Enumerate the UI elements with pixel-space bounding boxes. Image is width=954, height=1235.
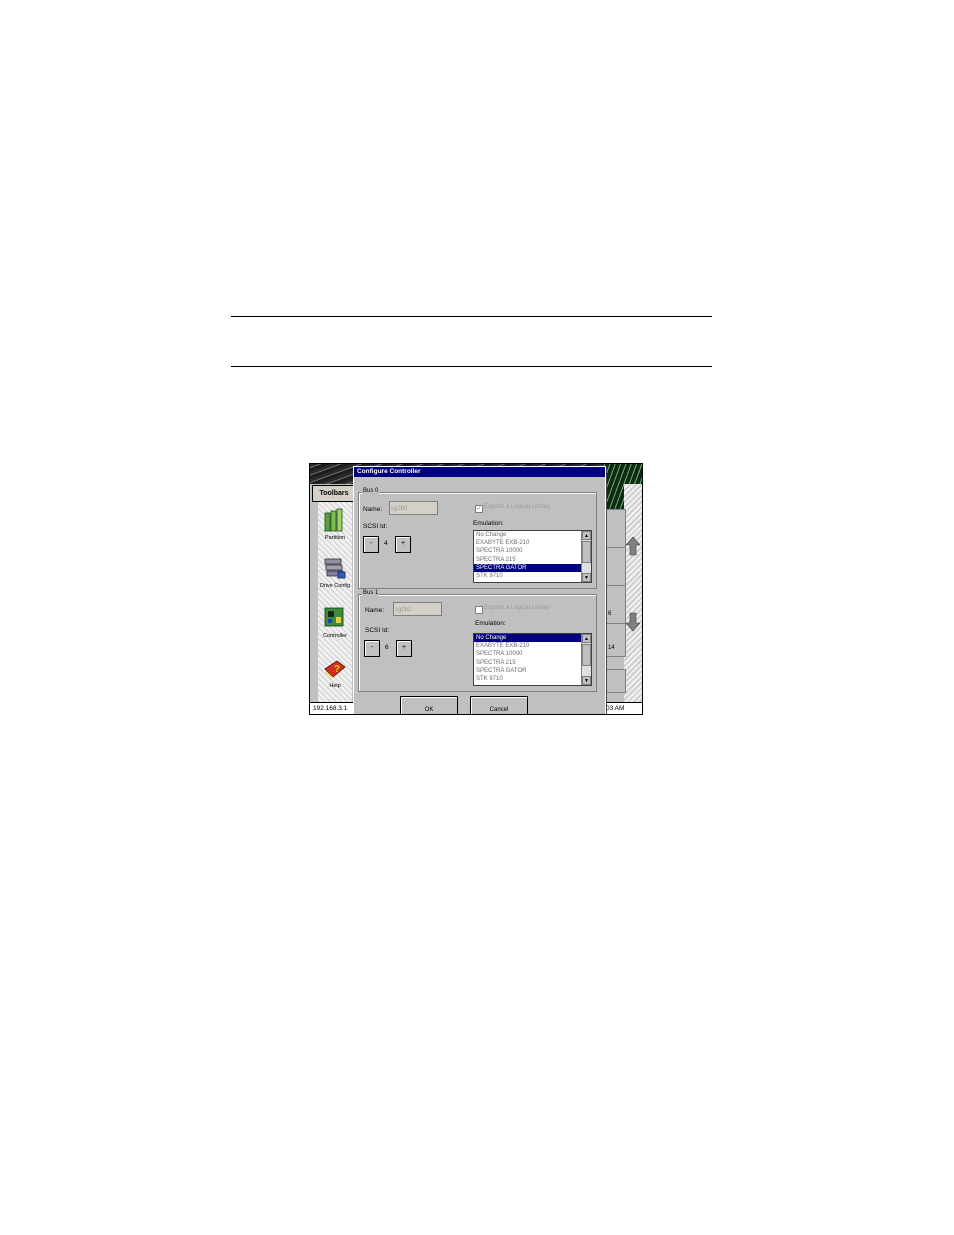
list-item[interactable]: EXABYTE EXB-210 — [474, 539, 591, 547]
scroll-up-icon[interactable]: ▲ — [582, 531, 591, 540]
sidebar-item-drive-config[interactable]: Drive Config — [318, 552, 352, 598]
status-time: 03 AM — [606, 705, 625, 712]
bus0-scsi-label: SCSI Id: — [363, 523, 388, 530]
list-item[interactable]: SPECTRA 10000 — [474, 547, 591, 555]
ok-button[interactable]: OK — [400, 696, 458, 714]
svg-text:?: ? — [334, 664, 340, 675]
scroll-up-icon[interactable]: ▲ — [582, 634, 591, 643]
sidebar-item-label: Drive Config — [319, 583, 351, 589]
drive-config-icon — [324, 558, 346, 579]
bus1-name-field[interactable]: sg2b1 — [393, 602, 442, 616]
bus1-exports-checkbox[interactable] — [475, 606, 483, 614]
list-item[interactable]: SPECTRA 215 — [474, 556, 591, 564]
list-item[interactable]: SPECTRA 10000 — [474, 650, 591, 658]
list-item-selected[interactable]: SPECTRA GATOR — [474, 563, 591, 572]
sidebar-item-partition[interactable]: Partition — [318, 504, 352, 550]
bus1-emulation-label: Emulation: — [475, 620, 506, 627]
screenshot-frame: Toolbars Partition Drive Config Controll… — [309, 463, 643, 715]
partition-books-icon — [324, 508, 343, 532]
scroll-thumb[interactable] — [582, 644, 591, 666]
bus1-exports-label: Exports a Logical Library — [484, 605, 551, 611]
bus0-label: Bus 0 — [362, 488, 380, 494]
bus0-emulation-label: Emulation: — [473, 520, 504, 527]
scroll-down-icon[interactable]: ▼ — [582, 573, 591, 582]
bus0-scsi-minus-button[interactable]: - — [363, 536, 379, 553]
bus1-group: Bus 1 Name: sg2b1 Exports a Logical Libr… — [358, 590, 597, 692]
bus1-scsi-label: SCSI Id: — [365, 627, 390, 634]
sidebar-item-label: Controller — [323, 633, 347, 639]
bus1-name-label: Name: — [365, 607, 385, 614]
bus0-group: Bus 0 Name: sg2b0 ✓ Exports a Logical Li… — [358, 488, 597, 589]
top-rule — [231, 316, 712, 317]
sidebar: Partition Drive Config Controller ? Help — [318, 502, 352, 702]
bus0-exports-label: Exports a Logical Library — [484, 504, 551, 510]
dialog-title: Configure Controller — [354, 467, 605, 477]
list-item[interactable]: STK 9710 — [474, 572, 591, 580]
configure-controller-dialog: Configure Controller Bus 0 Name: sg2b0 ✓… — [353, 466, 606, 714]
bus1-scrollbar[interactable]: ▲ ▼ — [581, 634, 591, 685]
list-item[interactable]: STK 9710 — [474, 675, 591, 683]
help-book-icon: ? — [324, 660, 346, 679]
bus1-emulation-list[interactable]: No Change EXABYTE EXB-210 SPECTRA 10000 … — [473, 633, 592, 686]
right-panel-button[interactable]: 14 — [604, 623, 626, 657]
controller-board-icon — [324, 607, 344, 627]
arrow-down-icon[interactable] — [625, 612, 641, 632]
right-textured-strip — [624, 484, 642, 714]
cancel-button[interactable]: Cancel — [470, 696, 528, 714]
right-panel-button[interactable] — [604, 547, 626, 586]
scroll-thumb[interactable] — [582, 541, 591, 563]
status-ip: 192.168.3.1 — [313, 705, 348, 712]
right-panel-button[interactable] — [604, 669, 626, 693]
list-item[interactable]: EXABYTE EXB-210 — [474, 642, 591, 650]
sidebar-item-help[interactable]: ? Help — [318, 652, 352, 698]
bus0-name-label: Name: — [363, 506, 383, 513]
bus0-emulation-list[interactable]: No Change EXABYTE EXB-210 SPECTRA 10000 … — [473, 530, 592, 583]
scroll-down-icon[interactable]: ▼ — [582, 676, 591, 685]
sidebar-item-label: Partition — [324, 535, 346, 541]
list-item[interactable]: SPECTRA 215 — [474, 659, 591, 667]
right-panel-button[interactable]: 6 — [604, 585, 626, 624]
bus1-label: Bus 1 — [362, 590, 380, 596]
bus0-scsi-plus-button[interactable]: + — [395, 536, 411, 553]
toolbars-button[interactable]: Toolbars — [312, 485, 356, 502]
bus1-scsi-value: 6 — [385, 644, 389, 651]
bus0-exports-checkbox[interactable]: ✓ — [475, 505, 483, 513]
bus0-name-field[interactable]: sg2b0 — [389, 501, 438, 515]
list-item-selected[interactable]: No Change — [474, 634, 591, 643]
right-panel-button[interactable] — [604, 509, 626, 548]
list-item[interactable]: SPECTRA GATOR — [474, 667, 591, 675]
bus1-scsi-minus-button[interactable]: - — [364, 640, 380, 657]
sidebar-item-label: Help — [329, 683, 341, 689]
bus1-scsi-plus-button[interactable]: + — [396, 640, 412, 657]
bus0-scrollbar[interactable]: ▲ ▼ — [581, 531, 591, 582]
bottom-rule — [231, 366, 712, 367]
sidebar-item-controller[interactable]: Controller — [318, 602, 352, 648]
bus0-scsi-value: 4 — [384, 540, 388, 547]
arrow-up-icon[interactable] — [625, 536, 641, 556]
list-item[interactable]: No Change — [474, 531, 591, 539]
